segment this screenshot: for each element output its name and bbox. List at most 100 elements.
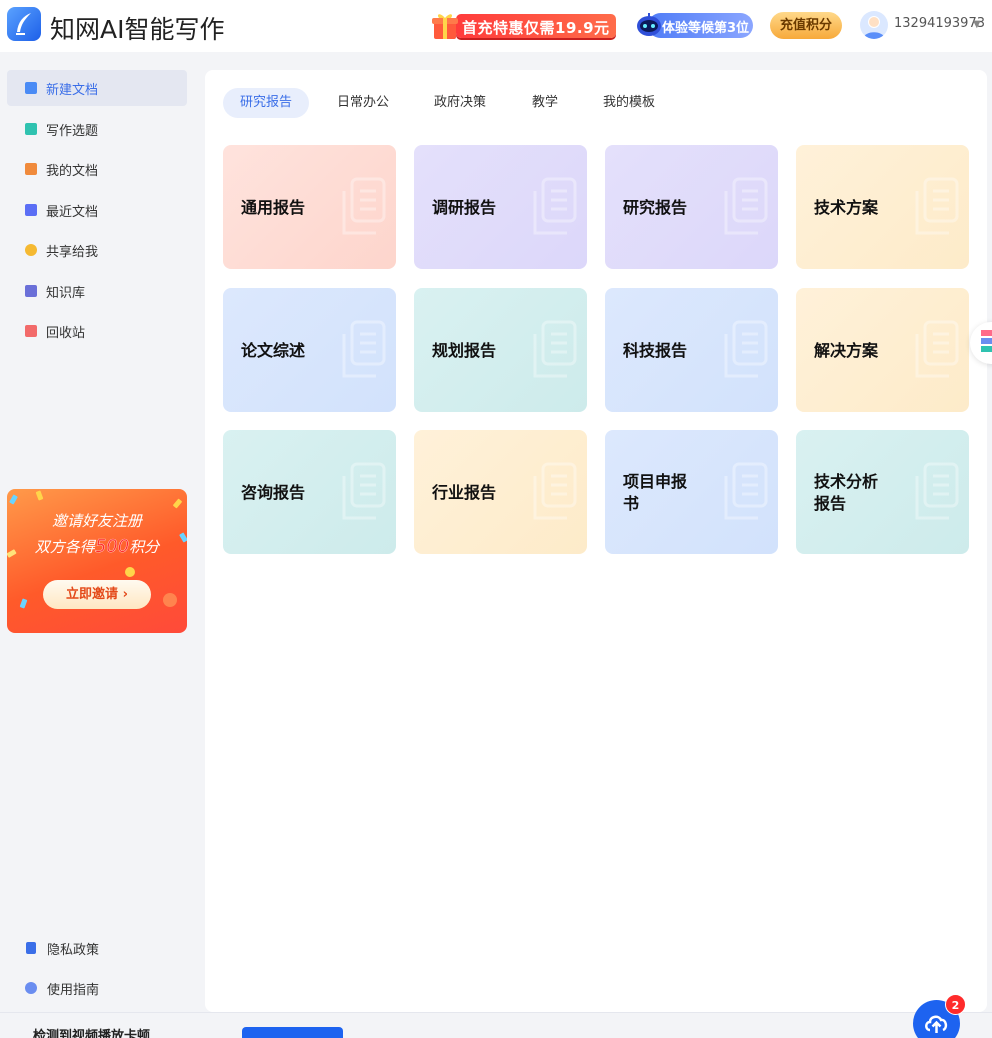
tool-icon-stripe — [981, 338, 992, 344]
trash-icon — [25, 325, 37, 337]
app-logo-icon[interactable] — [7, 7, 41, 41]
sidebar-item-privacy[interactable]: 隐私政策 — [7, 933, 187, 963]
knowledge-icon — [25, 285, 37, 297]
template-card[interactable]: 技术分析报告 — [796, 430, 969, 554]
template-card[interactable]: 项目申报书 — [605, 430, 778, 554]
card-title: 解决方案 — [814, 341, 879, 360]
sidebar-item-my-docs[interactable]: 我的文档 — [7, 151, 187, 187]
rank-pill: 体验等候第3位 — [648, 13, 753, 38]
template-card[interactable]: 解决方案 — [796, 288, 969, 412]
tab-daily-office[interactable]: 日常办公 — [327, 88, 399, 118]
chevron-down-icon[interactable]: ▼ — [973, 19, 981, 30]
sidebar-item-trash[interactable]: 回收站 — [7, 313, 187, 349]
document-icon — [724, 177, 768, 235]
confetti — [9, 494, 18, 505]
invite-prefix: 双方各得 — [34, 538, 95, 556]
card-title: 科技报告 — [623, 341, 688, 360]
confetti — [35, 490, 44, 501]
card-title: 调研报告 — [432, 198, 497, 217]
sidebar-item-knowledge[interactable]: 知识库 — [7, 273, 187, 309]
template-card[interactable]: 咨询报告 — [223, 430, 396, 554]
card-title: 项目申报书 — [623, 472, 688, 513]
invite-subtitle: 双方各得500积分 — [7, 536, 187, 557]
invite-points: 500 — [94, 536, 130, 557]
promo-bar[interactable]: 首充特惠仅需19.9元 — [456, 14, 616, 38]
document-icon — [724, 462, 768, 520]
document-icon — [915, 462, 959, 520]
rank-text: 体验等候第3位 — [662, 21, 750, 36]
tab-my-templates[interactable]: 我的模板 — [593, 88, 665, 118]
coin-icon — [163, 593, 177, 607]
new-doc-icon — [25, 82, 37, 94]
app-title: 知网AI智能写作 — [50, 15, 225, 44]
sidebar-item-recent[interactable]: 最近文档 — [7, 192, 187, 228]
document-icon — [342, 320, 386, 378]
template-card[interactable]: 调研报告 — [414, 145, 587, 269]
document-icon — [724, 320, 768, 378]
document-icon — [533, 177, 577, 235]
video-lag-notice-bar: 检测到视频播放卡顿 — [0, 1012, 992, 1038]
tab-government[interactable]: 政府决策 — [424, 88, 496, 118]
sidebar-item-label: 共享给我 — [46, 245, 99, 260]
tool-icon-stripe — [981, 346, 992, 352]
sidebar-item-new-doc[interactable]: 新建文档 — [7, 70, 187, 106]
sidebar-item-label: 最近文档 — [46, 205, 99, 220]
document-icon — [342, 177, 386, 235]
username[interactable]: 13294193973 — [894, 16, 985, 31]
recent-doc-icon — [25, 204, 37, 216]
confetti — [19, 598, 28, 609]
template-card[interactable]: 技术方案 — [796, 145, 969, 269]
sidebar-item-guide[interactable]: 使用指南 — [7, 973, 187, 1003]
invite-suffix: 积分 — [129, 538, 160, 556]
sidebar-item-topics[interactable]: 写作选题 — [7, 111, 187, 147]
sidebar-item-label: 我的文档 — [46, 164, 99, 179]
template-card[interactable]: 通用报告 — [223, 145, 396, 269]
document-icon — [915, 320, 959, 378]
promo-text: 首充特惠仅需19.9元 — [462, 19, 610, 37]
cloud-upload-icon — [925, 1015, 948, 1033]
sidebar-item-label: 新建文档 — [46, 83, 99, 98]
recharge-button[interactable]: 充值积分 — [770, 12, 842, 39]
template-card[interactable]: 科技报告 — [605, 288, 778, 412]
tab-teaching[interactable]: 教学 — [521, 88, 569, 118]
document-icon — [915, 177, 959, 235]
document-icon — [533, 462, 577, 520]
template-card[interactable]: 行业报告 — [414, 430, 587, 554]
sidebar-item-label: 知识库 — [46, 286, 86, 301]
queue-rank-badge[interactable]: 体验等候第3位 — [636, 12, 754, 39]
share-icon — [25, 244, 37, 256]
user-avatar[interactable] — [860, 11, 888, 39]
card-title: 研究报告 — [623, 198, 688, 217]
sidebar-item-label: 写作选题 — [46, 124, 99, 139]
card-title: 行业报告 — [432, 483, 497, 502]
card-title: 技术分析报告 — [814, 472, 879, 513]
document-icon — [342, 462, 386, 520]
card-title: 论文综述 — [241, 341, 306, 360]
invite-button[interactable]: 立即邀请 › — [43, 580, 151, 609]
notice-message: 检测到视频播放卡顿 — [33, 1029, 151, 1038]
sidebar-item-shared[interactable]: 共享给我 — [7, 232, 187, 268]
notification-badge: 2 — [945, 994, 966, 1015]
template-card[interactable]: 论文综述 — [223, 288, 396, 412]
guide-icon — [25, 982, 37, 994]
tab-research-report[interactable]: 研究报告 — [223, 88, 309, 118]
card-title: 咨询报告 — [241, 483, 306, 502]
template-card[interactable]: 研究报告 — [605, 145, 778, 269]
invite-banner[interactable]: 邀请好友注册 双方各得500积分 立即邀请 › — [7, 489, 187, 633]
my-doc-icon — [25, 163, 37, 175]
confetti — [172, 498, 183, 509]
promo-banner[interactable]: 首充特惠仅需19.9元 — [430, 11, 620, 41]
template-card[interactable]: 规划报告 — [414, 288, 587, 412]
invite-title: 邀请好友注册 — [51, 512, 142, 530]
card-title: 技术方案 — [814, 198, 879, 217]
sidebar-item-label: 回收站 — [46, 326, 86, 341]
gift-icon — [430, 11, 460, 41]
top-header: 知网AI智能写作 首充特惠仅需19.9元 体验等候第3位 充值积分 132941… — [0, 0, 992, 52]
coin-icon — [125, 567, 135, 577]
topic-icon — [25, 123, 37, 135]
tool-icon-stripe — [981, 330, 992, 336]
notice-action-button[interactable] — [242, 1027, 343, 1038]
sidebar-item-label: 隐私政策 — [47, 943, 100, 958]
card-title: 规划报告 — [432, 341, 497, 360]
robot-icon — [636, 12, 662, 39]
